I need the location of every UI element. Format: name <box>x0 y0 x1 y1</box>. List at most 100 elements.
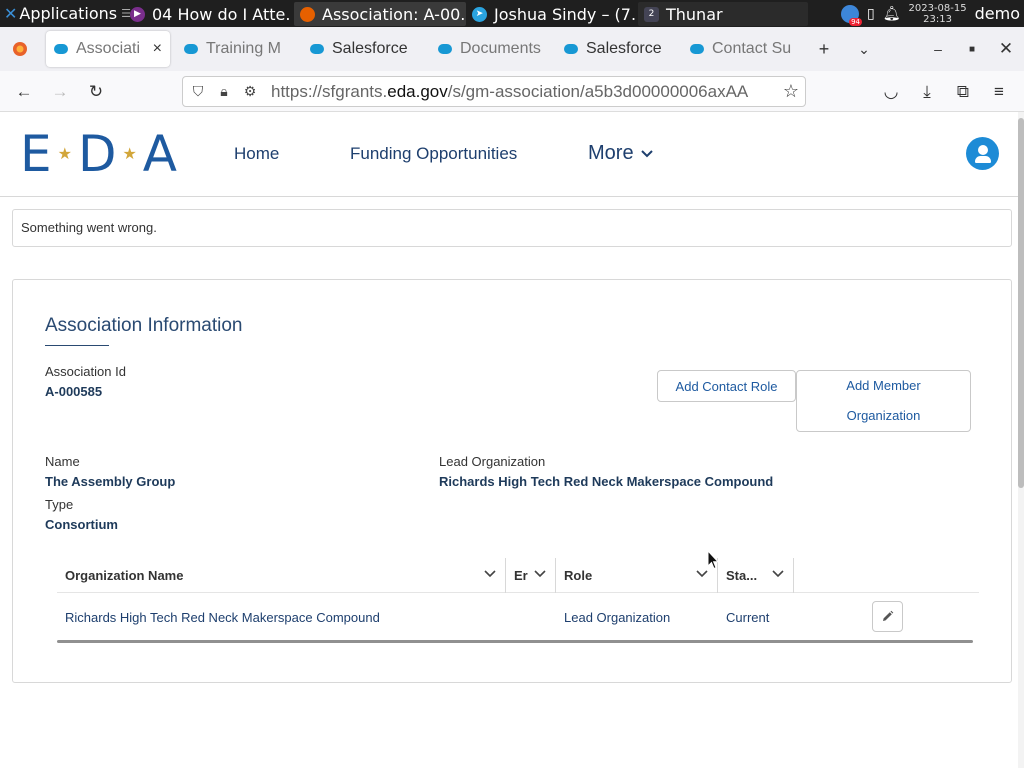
salesforce-icon <box>54 44 68 54</box>
column-header-status[interactable]: Sta... <box>718 558 793 593</box>
tab-label: Documents <box>460 40 541 57</box>
chevron-down-icon[interactable] <box>483 567 497 581</box>
browser-tab-strip: Associati × Training M Salesforce Docume… <box>0 27 1024 71</box>
user-avatar-icon[interactable] <box>966 137 999 170</box>
url-text[interactable]: https://sfgrants.eda.gov/s/gm-associatio… <box>271 82 783 102</box>
new-tab-icon[interactable]: + <box>806 31 842 67</box>
browser-navbar: ← → ↻ ⛉ 🔒︎ ⚙ https://sfgrants.eda.gov/s/… <box>0 71 1024 112</box>
minimize-icon[interactable]: – <box>920 31 956 67</box>
taskbar-item-label: Association: A-00... <box>322 4 466 24</box>
url-domain: eda.gov <box>387 81 448 101</box>
column-header-email[interactable]: Er <box>506 558 555 593</box>
reload-icon[interactable]: ↻ <box>81 77 111 107</box>
horizontal-scrollbar[interactable] <box>57 640 973 643</box>
system-tray: 94 ▯ 🔔︎ 2023-08-15 23:13 demo <box>841 0 1024 27</box>
tray-badge: 94 <box>849 17 862 26</box>
list-tabs-icon[interactable]: ⌄ <box>846 31 882 67</box>
web-page: E ★ D ★ A Home Funding Opportunities Mor… <box>0 112 1018 768</box>
lead-organization-value: Richards High Tech Red Neck Makerspace C… <box>439 474 774 489</box>
tab-contact-support[interactable]: Contact Su <box>682 31 804 67</box>
maximize-icon[interactable]: ■ <box>954 31 990 67</box>
error-message-box: Something went wrong. <box>12 209 1012 247</box>
bell-icon[interactable]: 🔔︎ <box>883 6 901 22</box>
user-menu[interactable]: demo <box>975 4 1020 23</box>
logo-star-icon: ★ <box>122 144 139 163</box>
clock-time: 23:13 <box>923 13 952 25</box>
battery-icon[interactable]: ▯ <box>867 6 875 22</box>
cell-role: Lead Organization <box>564 609 671 625</box>
type-label: Type <box>45 497 74 512</box>
column-header-role[interactable]: Role <box>556 558 717 593</box>
close-tab-icon[interactable]: × <box>153 40 162 58</box>
cell-status: Current <box>726 609 770 625</box>
button-label-line2: Organization <box>846 408 921 423</box>
applications-menu[interactable]: ✕ Applications ☰ <box>0 0 135 27</box>
hamburger-menu-icon[interactable]: ≡ <box>984 77 1014 107</box>
extensions-icon[interactable]: ⧉ <box>948 77 978 107</box>
avatar-body <box>974 156 991 163</box>
telegram-icon: ➤ <box>472 6 487 22</box>
tab-training[interactable]: Training M <box>176 31 298 67</box>
page-scrollbar[interactable] <box>1018 112 1024 768</box>
title-underline <box>45 345 109 346</box>
site-header: E ★ D ★ A Home Funding Opportunities Mor… <box>0 112 1018 197</box>
tab-association[interactable]: Associati × <box>46 31 170 67</box>
applications-label: Applications <box>19 4 118 23</box>
column-header-organization-name[interactable]: Organization Name <box>57 558 505 593</box>
tab-label: Contact Su <box>712 40 792 57</box>
taskbar-item-thunar[interactable]: 2 Thunar <box>638 2 808 26</box>
cell-organization-name[interactable]: Richards High Tech Red Neck Makerspace C… <box>65 593 380 641</box>
salesforce-icon <box>690 44 704 54</box>
tab-label: Salesforce <box>586 40 662 57</box>
logo-letter: D <box>77 125 119 183</box>
taskbar-item-telegram[interactable]: ➤ Joshua Sindy – (7... <box>466 2 636 26</box>
chevron-down-icon[interactable] <box>771 567 785 581</box>
edit-row-button[interactable] <box>872 601 903 632</box>
pocket-icon[interactable]: ◡ <box>876 77 906 107</box>
nav-more-label: More <box>588 142 634 164</box>
downloads-icon[interactable]: ⤓ <box>912 77 942 107</box>
telegram-tray-icon[interactable]: 94 <box>841 4 862 26</box>
tab-label: Associati <box>76 40 141 57</box>
bookmark-star-icon[interactable]: ☆ <box>783 81 799 102</box>
taskbar-item-label: Joshua Sindy – (7... <box>494 4 636 24</box>
logo-star-icon: ★ <box>57 144 74 163</box>
nav-home[interactable]: Home <box>234 144 279 164</box>
add-member-organization-button[interactable]: Add Member Organization <box>796 370 971 432</box>
chevron-down-icon[interactable] <box>533 567 547 581</box>
type-value: Consortium <box>45 517 118 532</box>
taskbar-item-video[interactable]: ▶ 04 How do I Atte... <box>124 2 292 26</box>
lead-organization-label: Lead Organization <box>439 454 546 469</box>
column-header-actions <box>794 558 979 593</box>
name-label: Name <box>45 454 80 469</box>
add-contact-role-button[interactable]: Add Contact Role <box>657 370 796 402</box>
taskbar-item-firefox[interactable]: Association: A-00... <box>294 2 466 26</box>
chevron-down-icon <box>640 149 653 157</box>
close-window-icon[interactable]: ✕ <box>988 31 1024 67</box>
header-label: Role <box>564 567 593 583</box>
salesforce-icon <box>184 44 198 54</box>
tab-documents[interactable]: Documents <box>430 31 552 67</box>
lock-icon[interactable]: 🔒︎ <box>213 83 235 100</box>
taskbar-item-label: 04 How do I Atte... <box>152 4 292 24</box>
tab-salesforce-2[interactable]: Salesforce <box>556 31 678 67</box>
xfce-icon: ✕ <box>4 4 18 23</box>
url-bar[interactable]: ⛉ 🔒︎ ⚙ https://sfgrants.eda.gov/s/gm-ass… <box>182 76 806 107</box>
nav-more[interactable]: More <box>588 142 654 165</box>
firefox-icon <box>300 6 315 22</box>
logo-letter: E <box>20 125 54 183</box>
media-icon: ▶ <box>130 6 145 22</box>
back-icon[interactable]: ← <box>9 77 39 107</box>
logo-letter: A <box>142 125 180 183</box>
scrollbar-thumb[interactable] <box>1018 118 1024 488</box>
clock-date: 2023-08-15 <box>908 2 967 14</box>
shield-icon[interactable]: ⛉ <box>187 83 209 100</box>
forward-icon[interactable]: → <box>45 77 75 107</box>
tab-salesforce-1[interactable]: Salesforce <box>302 31 424 67</box>
clock[interactable]: 2023-08-15 23:13 <box>909 3 967 25</box>
firefox-view-icon[interactable] <box>2 31 38 67</box>
permissions-icon[interactable]: ⚙ <box>239 83 261 100</box>
nav-funding-opportunities[interactable]: Funding Opportunities <box>350 144 517 164</box>
mouse-cursor-icon <box>707 550 719 570</box>
eda-logo[interactable]: E ★ D ★ A <box>20 125 180 183</box>
